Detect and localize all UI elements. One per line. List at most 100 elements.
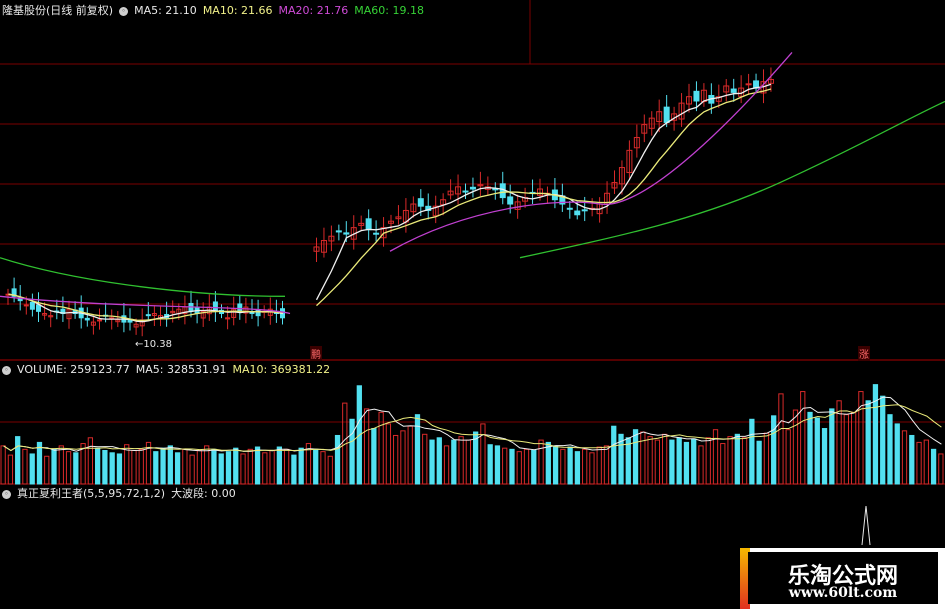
volume-bar xyxy=(225,451,232,485)
volume-bar xyxy=(124,444,130,485)
candle-body xyxy=(507,196,514,205)
volume-bar xyxy=(502,447,508,485)
volume-bar xyxy=(65,451,72,485)
volume-settings-icon[interactable]: ◦ xyxy=(2,365,11,375)
candle-body xyxy=(335,230,342,233)
volume-bar xyxy=(204,445,210,485)
volume-bar xyxy=(458,436,464,485)
volume-bar xyxy=(487,444,493,485)
candle-body xyxy=(574,210,581,216)
volume-bar xyxy=(938,453,944,485)
volume-bar xyxy=(7,454,14,485)
volume-bar xyxy=(872,384,879,485)
volume-bar xyxy=(691,438,697,485)
volume-bar xyxy=(632,429,639,485)
volume-bar xyxy=(523,448,530,485)
event-tag-left[interactable]: 鹏 xyxy=(310,346,322,361)
volume-bar xyxy=(756,440,762,485)
watermark-url: www.60lt.com xyxy=(788,585,898,601)
volume-bar xyxy=(582,448,588,485)
candle-body xyxy=(730,88,737,93)
chart-canvas[interactable] xyxy=(0,0,945,609)
volume-bar xyxy=(480,423,486,485)
volume-bar xyxy=(465,439,472,485)
volume-ma5-label: MA5: 328531.91 xyxy=(135,363,227,376)
volume-bar xyxy=(662,433,668,485)
volume-bar xyxy=(683,441,690,485)
stock-title: 隆基股份(日线 前复权) xyxy=(2,4,114,17)
volume-bar xyxy=(909,434,915,485)
volume-label: VOLUME: 259123.77 xyxy=(17,363,130,376)
volume-bar xyxy=(167,445,173,485)
candle-body xyxy=(84,317,90,321)
volume-bar xyxy=(494,445,501,485)
volume-bar xyxy=(611,425,617,485)
volume-bar xyxy=(109,452,115,485)
volume-bar xyxy=(262,452,268,485)
volume-bar xyxy=(509,448,515,485)
volume-bar xyxy=(36,441,43,485)
candle-body xyxy=(97,319,102,322)
indicator-name: 真正夏利王者(5,5,95,72,1,2) xyxy=(17,487,166,500)
ma10-label: MA10: 21.66 xyxy=(202,4,273,17)
volume-bar xyxy=(269,449,275,485)
volume-bar xyxy=(451,439,457,485)
volume-bar xyxy=(327,455,333,485)
volume-bar xyxy=(422,433,428,485)
volume-bar xyxy=(603,445,610,485)
candle-body xyxy=(365,218,372,231)
volume-bar xyxy=(640,431,646,485)
volume-bar xyxy=(654,439,661,485)
settings-circle-icon[interactable]: ◦ xyxy=(119,6,129,16)
candle-body xyxy=(663,106,670,123)
site-watermark: 乐淘公式网 www.60lt.com xyxy=(740,548,945,609)
volume-bar xyxy=(218,453,224,485)
volume-bar xyxy=(727,436,733,485)
volume-bar xyxy=(538,439,544,485)
volume-bar xyxy=(334,434,341,485)
volume-bar xyxy=(531,449,537,485)
volume-bar xyxy=(73,452,79,485)
volume-bar xyxy=(749,418,755,485)
volume-bar xyxy=(901,430,908,485)
volume-bar xyxy=(865,400,871,485)
volume-bar xyxy=(814,417,820,485)
volume-bar xyxy=(574,451,581,485)
volume-bar xyxy=(763,432,770,485)
volume-bar xyxy=(516,451,522,485)
volume-bar xyxy=(174,452,181,485)
candle-body xyxy=(29,301,35,310)
volume-bar xyxy=(473,431,479,485)
volume-bar xyxy=(829,408,835,485)
volume-bar xyxy=(443,445,450,485)
volume-bar xyxy=(138,448,144,485)
volume-bar xyxy=(240,453,246,485)
candle-body xyxy=(23,304,29,307)
volume-bar xyxy=(160,447,166,485)
candle-body xyxy=(373,232,380,235)
volume-bar xyxy=(393,434,399,485)
volume-bar xyxy=(233,447,239,485)
volume-bar xyxy=(792,409,799,485)
volume-bar xyxy=(894,423,900,485)
low-price-annotation: ←10.38 xyxy=(135,339,173,350)
candle-body xyxy=(693,90,700,102)
volume-bar xyxy=(51,448,57,485)
volume-bar xyxy=(211,448,217,485)
volume-bar xyxy=(930,448,937,485)
volume-bar xyxy=(887,414,893,485)
volume-bar xyxy=(153,451,159,485)
candle-body xyxy=(237,303,243,312)
volume-bar xyxy=(676,437,682,485)
volume-bar xyxy=(182,448,188,485)
indicator-settings-icon[interactable]: ◦ xyxy=(2,489,11,499)
volume-bar xyxy=(552,445,559,485)
volume-bar xyxy=(371,428,377,485)
event-tag-right[interactable]: 涨 xyxy=(858,346,870,361)
volume-bar xyxy=(705,437,711,485)
volume-bar xyxy=(734,433,740,485)
volume-bar xyxy=(429,439,435,485)
volume-bar xyxy=(720,443,726,485)
volume-bar xyxy=(712,429,719,485)
volume-bar xyxy=(800,391,806,485)
